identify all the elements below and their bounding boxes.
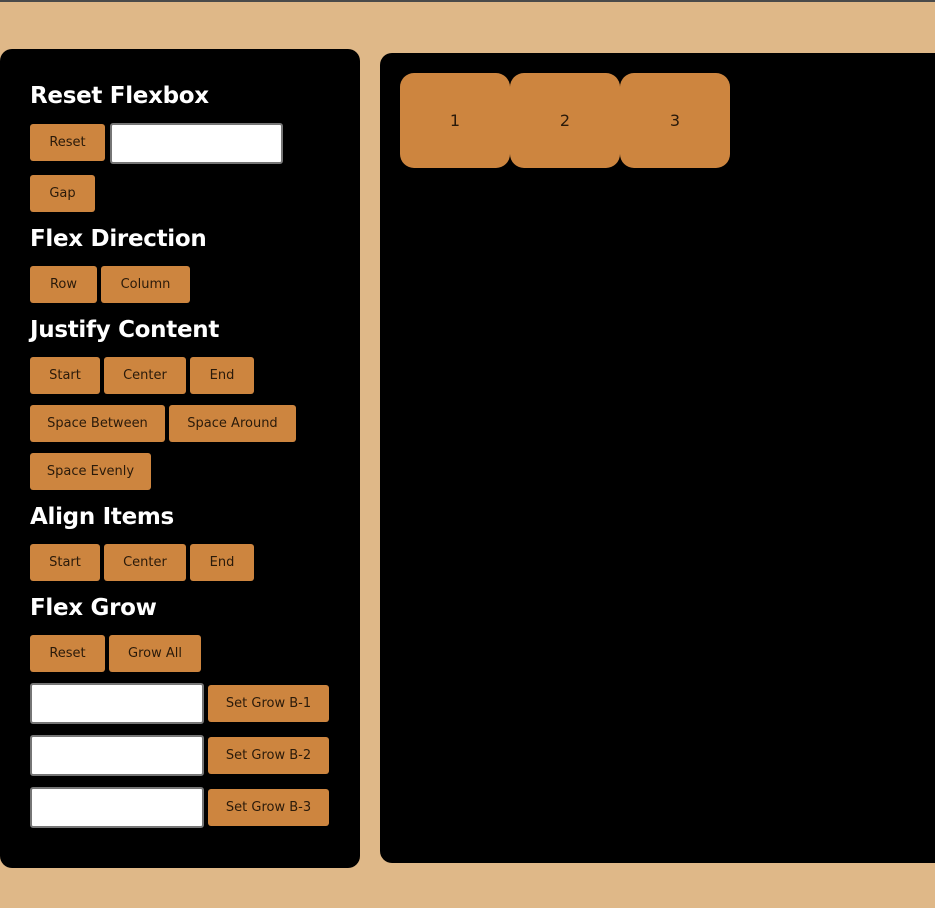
top-border <box>0 0 935 2</box>
justify-space-between-button[interactable]: Space Between <box>30 405 165 442</box>
align-items-heading: Align Items <box>30 504 174 530</box>
reset-flexbox-button[interactable]: Reset <box>30 124 105 161</box>
grow-all-button[interactable]: Grow All <box>109 635 201 672</box>
grow-b1-input[interactable] <box>30 683 204 724</box>
flex-grow-heading: Flex Grow <box>30 595 157 621</box>
justify-space-around-button[interactable]: Space Around <box>169 405 296 442</box>
align-end-button[interactable]: End <box>190 544 254 581</box>
justify-center-button[interactable]: Center <box>104 357 186 394</box>
direction-column-button[interactable]: Column <box>101 266 190 303</box>
set-grow-b3-button[interactable]: Set Grow B-3 <box>208 789 329 826</box>
justify-content-heading: Justify Content <box>30 317 220 343</box>
justify-start-button[interactable]: Start <box>30 357 100 394</box>
set-grow-b2-button[interactable]: Set Grow B-2 <box>208 737 329 774</box>
set-grow-b1-button[interactable]: Set Grow B-1 <box>208 685 329 722</box>
flex-direction-heading: Flex Direction <box>30 226 207 252</box>
reset-flexbox-heading: Reset Flexbox <box>30 83 209 109</box>
justify-space-evenly-button[interactable]: Space Evenly <box>30 453 151 490</box>
align-center-button[interactable]: Center <box>104 544 186 581</box>
justify-end-button[interactable]: End <box>190 357 254 394</box>
gap-input[interactable] <box>110 123 283 164</box>
flex-container: 1 2 3 <box>380 53 935 863</box>
flex-box-2: 2 <box>510 73 620 168</box>
grow-b3-input[interactable] <box>30 787 204 828</box>
direction-row-button[interactable]: Row <box>30 266 97 303</box>
gap-button[interactable]: Gap <box>30 175 95 212</box>
flex-box-3: 3 <box>620 73 730 168</box>
align-start-button[interactable]: Start <box>30 544 100 581</box>
grow-b2-input[interactable] <box>30 735 204 776</box>
flex-box-1: 1 <box>400 73 510 168</box>
controls-panel: Reset Flexbox Reset Gap Flex Direction R… <box>0 49 360 868</box>
grow-reset-button[interactable]: Reset <box>30 635 105 672</box>
